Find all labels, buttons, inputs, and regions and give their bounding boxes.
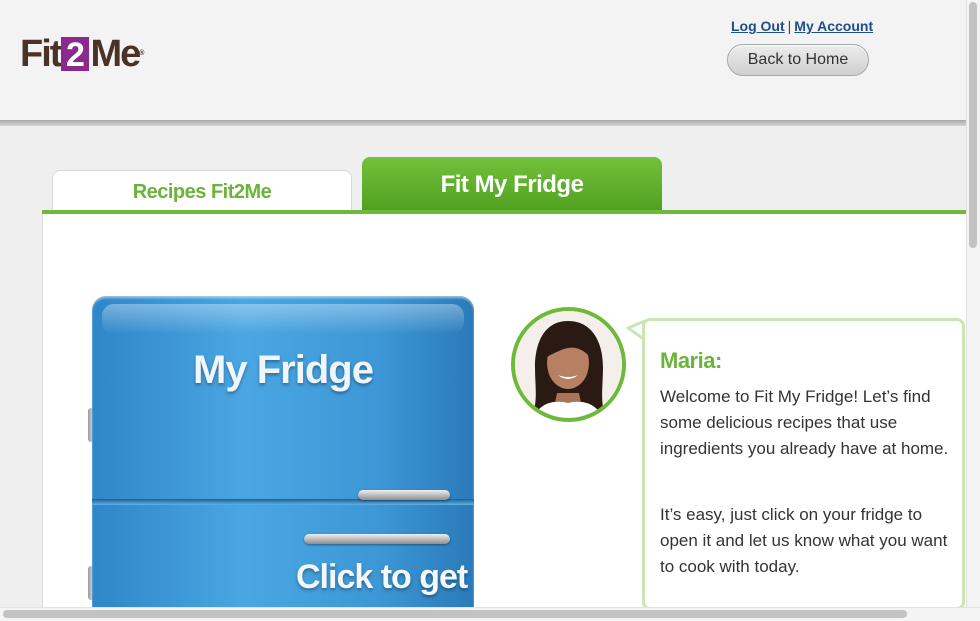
account-links: Log Out | My Account [731, 18, 873, 34]
tab-fit-my-fridge[interactable]: Fit My Fridge [362, 157, 662, 213]
back-to-home-button[interactable]: Back to Home [727, 44, 869, 76]
logo-trademark: ® [139, 50, 145, 57]
fit2me-logo[interactable]: Fit 2 Me® [20, 34, 144, 74]
link-separator: | [787, 18, 792, 34]
site-header: Fit 2 Me® Log Out | My Account Back to Home [0, 0, 966, 122]
maria-avatar [511, 307, 626, 422]
page: Fit 2 Me® Log Out | My Account Back to Home … [0, 0, 980, 621]
assistant-name: Maria: [660, 348, 722, 373]
fridge-door-handle [304, 534, 450, 544]
my-account-link[interactable]: My Account [794, 18, 873, 34]
logo-text-me: Me [90, 33, 141, 75]
fridge-shine [102, 304, 464, 334]
tab-recipes-fit2me[interactable]: Recipes Fit2Me [52, 170, 352, 213]
fridge-freezer-handle [358, 490, 450, 500]
header-divider [0, 120, 966, 126]
avatar-portrait-icon [515, 311, 622, 418]
assistant-message-welcome: Welcome to Fit My Fridge! Let’s find som… [660, 387, 949, 458]
fridge-cta-text[interactable]: Click to get [296, 558, 468, 597]
fridge-title: My Fridge [193, 348, 374, 392]
assistant-message-instructions: It’s easy, just click on your fridge to … [660, 505, 948, 576]
logo-number-2: 2 [61, 37, 90, 73]
logout-link[interactable]: Log Out [731, 18, 785, 34]
vertical-scrollbar-thumb[interactable] [969, 2, 977, 248]
horizontal-scrollbar-thumb[interactable] [3, 610, 907, 618]
logo-text-fit: Fit [20, 33, 62, 75]
